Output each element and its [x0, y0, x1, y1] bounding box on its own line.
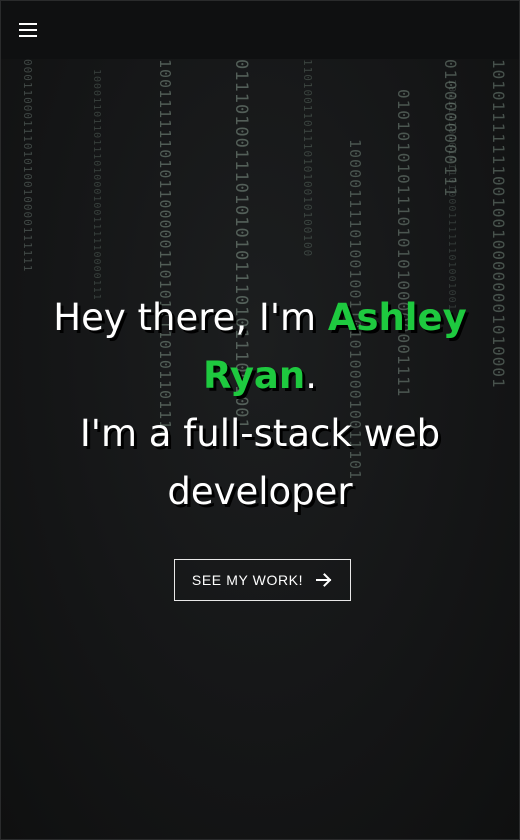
code-column: 100011011011101000100111110000111: [91, 69, 102, 301]
hero-tagline: I'm a full-stack web developer: [79, 412, 441, 513]
hero-greeting: Hey there, I'm: [53, 296, 328, 339]
arrow-right-icon: [316, 573, 332, 587]
hero-period: .: [305, 354, 318, 397]
code-column: 0100000000111: [441, 59, 460, 198]
hero-heading: Hey there, I'm Ashley Ryan. I'm a full-st…: [40, 289, 480, 521]
hamburger-menu-icon: [19, 23, 37, 37]
code-column: 11010011011101010010100100: [301, 59, 314, 258]
page: 0001100011101010010000111111 10001101101…: [0, 0, 520, 840]
code-column: 101111101010110100011111101001001: [446, 79, 457, 311]
hamburger-menu-button[interactable]: [15, 18, 43, 42]
see-my-work-button[interactable]: SEE MY WORK!: [174, 559, 351, 601]
hero-section: Hey there, I'm Ashley Ryan. I'm a full-st…: [1, 289, 519, 601]
see-my-work-label: SEE MY WORK!: [191, 572, 304, 588]
code-column: 0001100011101010010000111111: [21, 59, 34, 273]
top-navbar: [1, 1, 519, 59]
